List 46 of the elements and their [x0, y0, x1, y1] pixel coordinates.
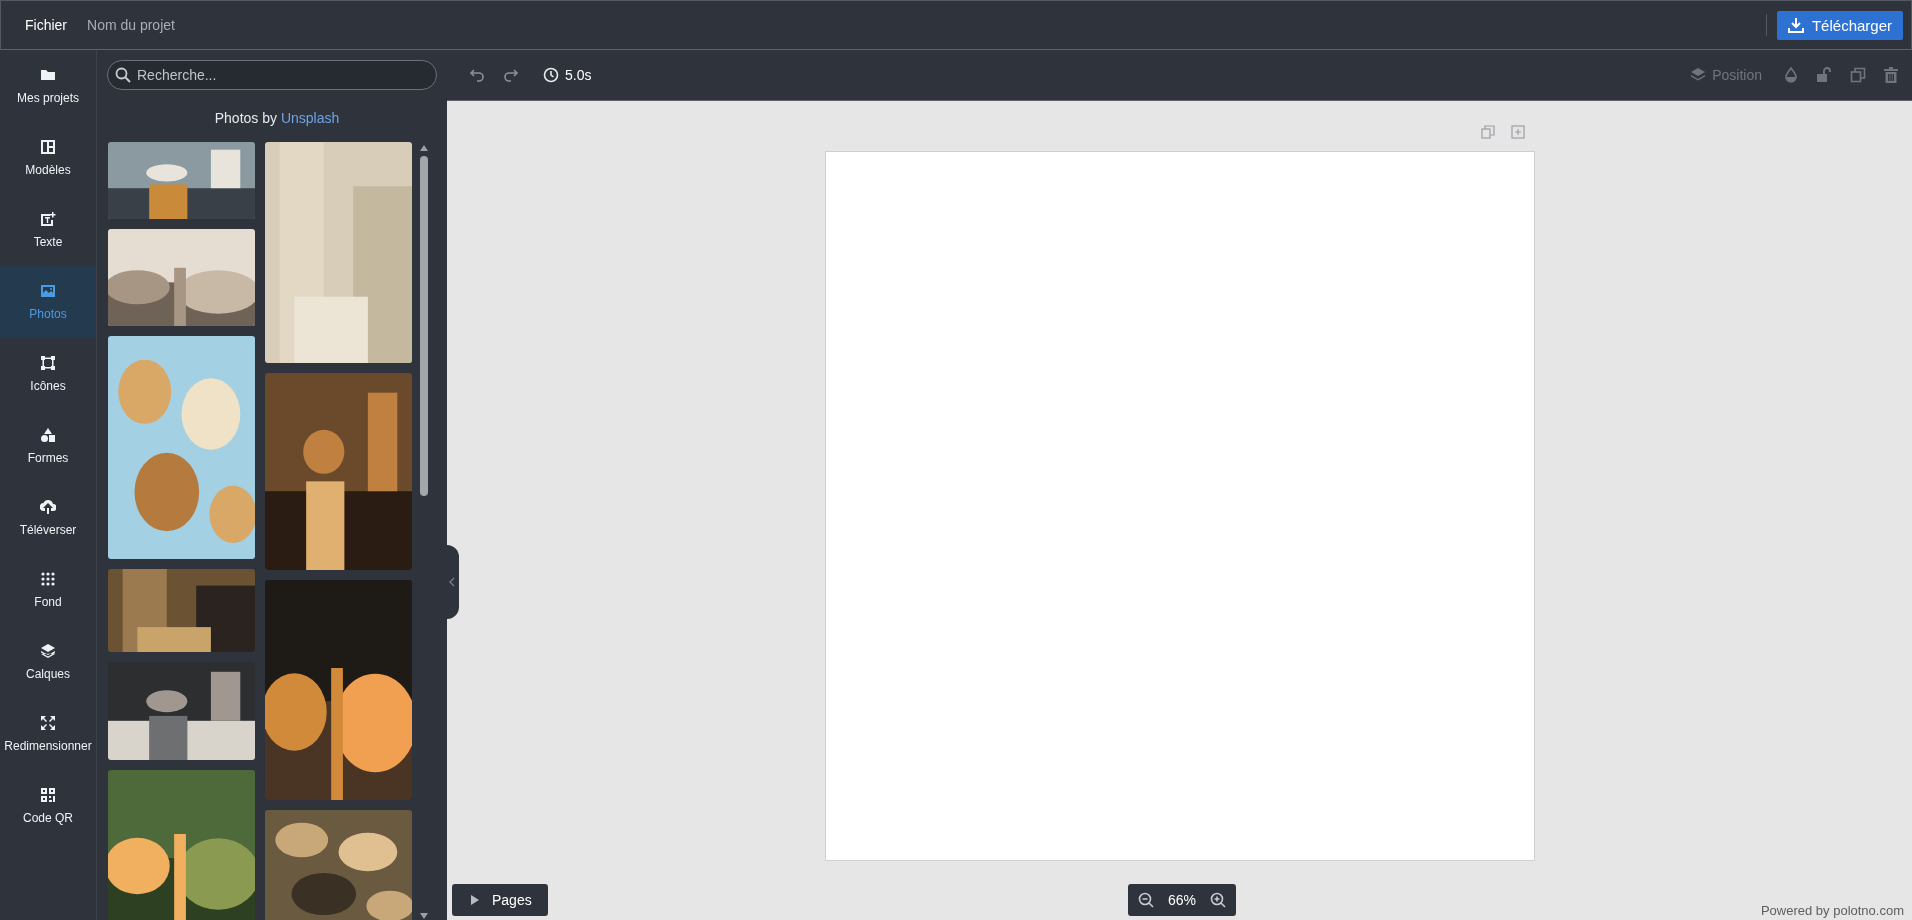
folder-icon — [40, 67, 56, 83]
upload-icon — [40, 499, 56, 515]
sidebar-item[interactable]: Code QR — [0, 770, 96, 842]
zoom-out-icon[interactable] — [1138, 892, 1154, 908]
download-button[interactable]: Télécharger — [1776, 10, 1903, 40]
sidebar-item[interactable]: Mes projets — [0, 50, 96, 122]
duplicate-icon[interactable] — [1848, 65, 1868, 85]
scroll-down-arrow[interactable] — [419, 912, 429, 920]
play-icon — [470, 894, 480, 906]
zoom-level: 66% — [1168, 892, 1196, 908]
search-field[interactable]: Recherche... — [107, 60, 437, 90]
resize-icon — [40, 715, 56, 731]
duration-button[interactable]: 5.0s — [543, 67, 592, 83]
sidebar-item[interactable]: Fond — [0, 554, 96, 626]
layers-icon — [40, 643, 56, 659]
scrollbar-thumb[interactable] — [420, 156, 428, 496]
sidebar-item[interactable]: Téléverser — [0, 482, 96, 554]
sidebar-item[interactable]: Photos — [0, 266, 96, 338]
collapse-panel-handle[interactable] — [445, 545, 459, 619]
zoom-in-icon[interactable] — [1210, 892, 1226, 908]
sidebar-item[interactable]: Formes — [0, 410, 96, 482]
sidebar-item[interactable]: Icônes — [0, 338, 96, 410]
powered-by-text: Powered by polotno.com — [1760, 903, 1905, 920]
clock-icon — [543, 67, 559, 83]
opacity-icon[interactable] — [1782, 65, 1800, 85]
text-box-icon — [40, 211, 56, 227]
unsplash-link[interactable]: Unsplash — [280, 110, 340, 126]
sidebar-item[interactable]: Calques — [0, 626, 96, 698]
dots-grid-icon — [40, 571, 56, 587]
unlock-icon[interactable] — [1814, 65, 1834, 85]
layers-icon — [1690, 67, 1707, 83]
scroll-up-arrow[interactable] — [419, 144, 429, 152]
sidebar-item[interactable]: Texte — [0, 194, 96, 266]
file-menu[interactable]: Fichier — [13, 9, 79, 41]
layout-icon — [40, 139, 56, 155]
sidebar-item[interactable]: Modèles — [0, 122, 96, 194]
frame-icon — [40, 355, 56, 371]
pages-button[interactable]: Pages — [452, 884, 548, 916]
download-icon — [1787, 17, 1804, 33]
shapes-icon — [40, 427, 56, 443]
sidebar-item[interactable]: Redimensionner — [0, 698, 96, 770]
qr-code-icon — [40, 787, 56, 803]
image-icon — [40, 283, 56, 299]
photo-credit: Photos by Unsplash — [213, 110, 341, 126]
delete-icon[interactable] — [1882, 65, 1900, 85]
project-name[interactable]: Nom du projet — [87, 17, 175, 33]
